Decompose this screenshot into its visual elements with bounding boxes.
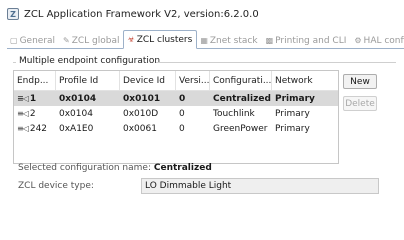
zcl-global-icon: ✎ <box>63 36 70 45</box>
device-type-field[interactable]: LO Dimmable Light <box>141 178 379 194</box>
endpoint-cell: ≡◁ 1 <box>14 91 56 106</box>
tab-zcl-clusters[interactable]: ☣ ZCL clusters <box>122 30 198 49</box>
version-cell: 0 <box>179 123 185 134</box>
device-id-cell: 0x010D <box>123 108 159 119</box>
selected-config-label: Selected configuration name: <box>18 163 151 173</box>
tab-label: HAL config <box>363 35 404 46</box>
tab-hal-config[interactable]: ⚙ HAL config <box>351 33 404 48</box>
column-header-endpoint[interactable]: Endp... <box>14 71 56 90</box>
profile-id-cell: 0x0104 <box>59 108 93 119</box>
version-cell: 0 <box>179 108 185 119</box>
configuration-cell: Centralized <box>213 93 271 104</box>
version-cell: 0 <box>179 93 186 104</box>
network-cell: Primary <box>275 108 310 119</box>
column-header-device-id[interactable]: Device Id <box>120 71 176 90</box>
device-id-cell: 0x0101 <box>123 93 161 104</box>
profile-id-cell: 0x0104 <box>59 93 97 104</box>
endpoint-value: 2 <box>29 108 36 119</box>
group-border <box>13 62 16 63</box>
tab-label: General <box>19 35 56 46</box>
tab-label: ZCL clusters <box>136 34 193 45</box>
column-header-configuration[interactable]: Configurati... <box>210 71 272 90</box>
device-type-label: ZCL device type: <box>18 181 94 191</box>
endpoint-value: 242 <box>29 123 48 134</box>
endpoint-cell: ≡◁ 242 <box>14 121 56 136</box>
tab-label: ZCL global <box>71 35 120 46</box>
hal-config-icon: ⚙ <box>354 36 362 45</box>
selected-config-value: Centralized <box>153 163 212 173</box>
endpoint-table: Endp... Profile Id Device Id Versi... Co… <box>13 70 339 164</box>
tab-printing-cli[interactable]: ▩ Printing and CLI <box>263 33 350 48</box>
network-cell: Primary <box>275 123 310 134</box>
device-id-cell: 0x0061 <box>123 123 157 134</box>
tab-bar: ▢ General ✎ ZCL global ☣ ZCL clusters ▦ … <box>7 30 404 49</box>
column-header-network[interactable]: Network <box>272 71 338 90</box>
table-row[interactable]: ≡◁ 2 0x0104 0x010D 0 Touchlink Primary <box>14 106 338 121</box>
endpoint-icon: ≡◁ <box>17 94 29 103</box>
network-cell: Primary <box>275 93 315 104</box>
configuration-cell: Touchlink <box>213 108 255 119</box>
general-icon: ▢ <box>10 36 18 45</box>
table-row[interactable]: ≡◁ 242 0xA1E0 0x0061 0 GreenPower Primar… <box>14 121 338 136</box>
profile-id-cell: 0xA1E0 <box>59 123 94 134</box>
delete-button[interactable]: Delete <box>343 96 377 111</box>
znet-stack-icon: ▦ <box>200 36 208 45</box>
group-border <box>156 62 396 63</box>
column-header-profile-id[interactable]: Profile Id <box>56 71 120 90</box>
zcl-clusters-icon: ☣ <box>127 35 135 44</box>
printing-icon: ▩ <box>265 36 274 45</box>
table-header: Endp... Profile Id Device Id Versi... Co… <box>14 71 338 91</box>
tab-general[interactable]: ▢ General <box>7 33 58 48</box>
tab-zcl-global[interactable]: ✎ ZCL global <box>60 33 122 48</box>
selected-config-row: Selected configuration name: Centralized <box>18 163 212 173</box>
tab-label: Printing and CLI <box>275 35 347 46</box>
new-button[interactable]: New <box>343 74 377 89</box>
tab-label: Znet stack <box>209 35 258 46</box>
endpoint-icon: ≡◁ <box>17 124 29 133</box>
app-icon: Z <box>7 8 19 20</box>
endpoint-icon: ≡◁ <box>17 109 29 118</box>
tab-znet-stack[interactable]: ▦ Znet stack <box>197 33 260 48</box>
window-title: ZCL Application Framework V2, version:6.… <box>24 8 259 20</box>
column-header-version[interactable]: Versi... <box>176 71 210 90</box>
configuration-cell: GreenPower <box>213 123 268 134</box>
endpoint-value: 1 <box>29 93 37 104</box>
group-label: Multiple endpoint configuration <box>19 56 161 66</box>
title-bar: Z ZCL Application Framework V2, version:… <box>0 0 404 28</box>
endpoint-cell: ≡◁ 2 <box>14 106 56 121</box>
table-row[interactable]: ≡◁ 1 0x0104 0x0101 0 Centralized Primary <box>14 91 338 106</box>
